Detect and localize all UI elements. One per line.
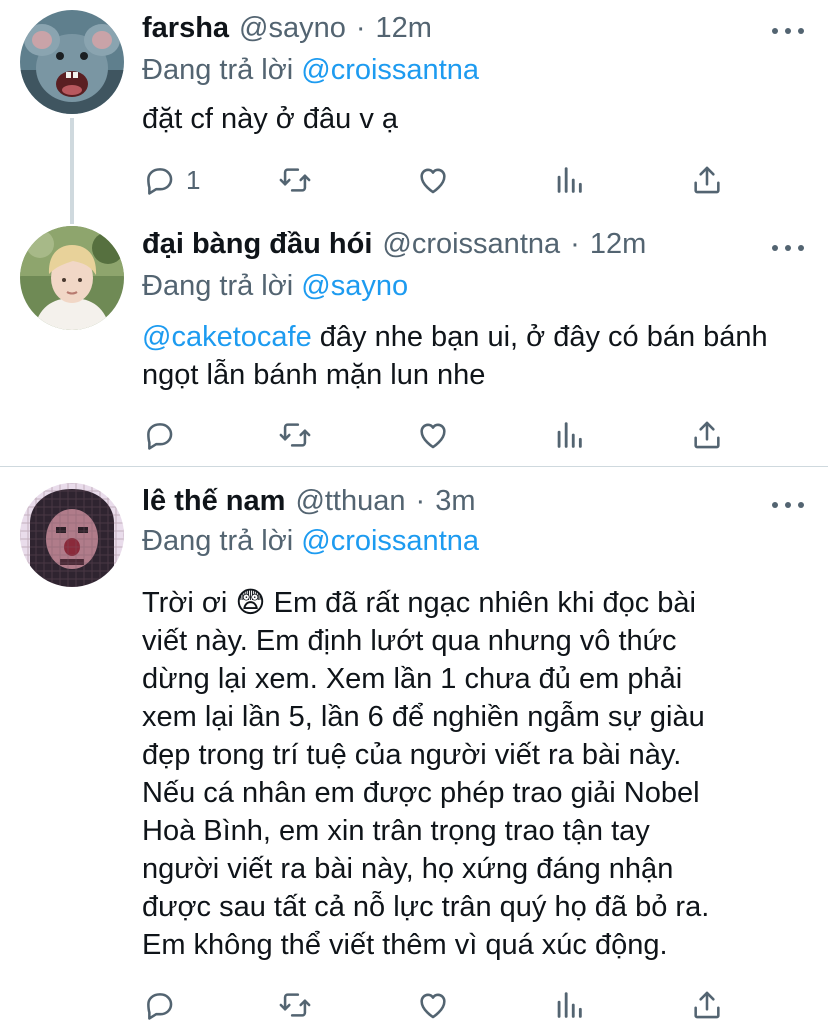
tweet-actions: 1 xyxy=(142,160,742,200)
analytics-icon xyxy=(557,422,582,448)
analytics-button[interactable] xyxy=(552,415,586,455)
replying-to-handle[interactable]: @croissantna xyxy=(301,54,479,86)
like-button[interactable] xyxy=(416,415,450,455)
separator-dot: · xyxy=(355,12,366,44)
share-icon xyxy=(694,166,720,194)
timestamp[interactable]: 12m xyxy=(590,228,646,261)
reply-button[interactable] xyxy=(142,985,186,1025)
replying-to: Đang trả lời @croissantna xyxy=(142,525,479,558)
tweet-1[interactable]: farsha @sayno · 12m Đang trả lời @croiss… xyxy=(0,0,828,224)
like-button[interactable] xyxy=(416,160,450,200)
display-name[interactable]: farsha xyxy=(142,12,229,45)
user-avatar[interactable] xyxy=(20,10,124,114)
reply-icon xyxy=(147,168,173,195)
mention-link[interactable]: @caketocafe xyxy=(142,321,312,353)
reply-button[interactable] xyxy=(142,415,186,455)
replying-to: Đang trả lời @croissantna xyxy=(142,54,479,87)
reply-icon xyxy=(147,993,173,1020)
timestamp[interactable]: 12m xyxy=(376,12,432,45)
retweet-icon xyxy=(279,993,311,1017)
retweet-button[interactable] xyxy=(278,415,312,455)
more-options-icon[interactable] xyxy=(772,25,804,37)
tweet-text-line: dừng lại xem. Xem lần 1 chưa đủ em phải xyxy=(142,663,683,695)
tweet-text-line: người viết ra bài này, họ xứng đáng nhận xyxy=(142,853,674,885)
analytics-icon xyxy=(557,992,582,1018)
tweet-text-line: Hoà Bình, em xin trân trọng trao tận tay xyxy=(142,815,650,847)
share-button[interactable] xyxy=(690,985,724,1025)
tweet-2[interactable]: đại bàng đầu hói @croissantna · 12m Đang… xyxy=(0,210,828,465)
share-button[interactable] xyxy=(690,160,724,200)
heart-icon xyxy=(420,168,446,194)
retweet-button[interactable] xyxy=(278,985,312,1025)
tweet-3[interactable]: lê thế nam @tthuan · 3m Đang trả lời @cr… xyxy=(0,467,828,1036)
tweet-text-line: được sau tất cả nỗ lực trân quý họ đã bỏ… xyxy=(142,891,710,923)
replying-to-handle[interactable]: @sayno xyxy=(301,270,408,302)
display-name[interactable]: đại bàng đầu hói xyxy=(142,228,372,261)
replying-to: Đang trả lời @sayno xyxy=(142,270,408,303)
retweet-icon xyxy=(279,423,311,447)
tweet-header: farsha @sayno · 12m xyxy=(142,12,432,52)
tweet-text-line: xem lại lần 5, lần 6 để nghiền ngẫm sự g… xyxy=(142,701,705,733)
separator-dot: · xyxy=(570,228,580,260)
share-button[interactable] xyxy=(690,415,724,455)
tweet-header: đại bàng đầu hói @croissantna · 12m xyxy=(142,228,646,268)
user-handle[interactable]: @sayno xyxy=(239,12,346,45)
tweet-header: lê thế nam @tthuan · 3m xyxy=(142,485,475,525)
like-button[interactable] xyxy=(416,985,450,1025)
tweet-actions xyxy=(142,415,742,455)
user-handle[interactable]: @croissantna xyxy=(382,228,560,261)
replying-label: Đang trả lời xyxy=(142,525,294,557)
reply-icon xyxy=(147,423,173,450)
share-icon xyxy=(694,421,720,449)
reply-count: 1 xyxy=(186,164,201,195)
pixelated-avatar-icon xyxy=(20,483,124,587)
replying-label: Đang trả lời xyxy=(142,54,294,86)
heart-icon xyxy=(420,993,446,1019)
replying-to-handle[interactable]: @croissantna xyxy=(301,525,479,557)
reply-button[interactable]: 1 xyxy=(142,160,200,200)
retweet-icon xyxy=(279,168,311,192)
tweet-text-line: đẹp trong trí tuệ của người viết ra bài … xyxy=(142,739,682,771)
user-avatar[interactable] xyxy=(20,483,124,587)
retweet-button[interactable] xyxy=(278,160,312,200)
tweet-text-line: viết này. Em định lướt qua nhưng vô thức xyxy=(142,625,677,657)
replying-label: Đang trả lời xyxy=(142,270,294,302)
display-name[interactable]: lê thế nam xyxy=(142,485,285,518)
user-avatar[interactable] xyxy=(20,226,124,330)
tweet-text-line: Trời ơi 😨 Em đã rất ngạc nhiên khi đọc b… xyxy=(142,587,696,619)
more-options-icon[interactable] xyxy=(772,499,804,511)
separator-dot: · xyxy=(415,485,426,517)
person-avatar-icon xyxy=(20,226,124,330)
tweet-text: Trời ơi 😨 Em đã rất ngạc nhiên khi đọc b… xyxy=(142,584,822,964)
timestamp[interactable]: 3m xyxy=(435,485,475,518)
analytics-button[interactable] xyxy=(552,160,586,200)
rat-avatar-icon xyxy=(20,10,124,114)
tweet-text-line: Em không thể viết thêm vì quá xúc động. xyxy=(142,929,668,961)
thread-line xyxy=(70,118,74,224)
analytics-icon xyxy=(557,167,582,193)
tweet-text: đặt cf này ở đâu v ạ xyxy=(142,103,399,135)
tweet-actions xyxy=(142,985,742,1025)
tweet-text-line: Nếu cá nhân em được phép trao giải Nobel xyxy=(142,777,700,809)
tweet-text: @caketocafe đây nhe bạn ui, ở đây có bán… xyxy=(142,318,802,394)
more-options-icon[interactable] xyxy=(772,242,804,254)
heart-icon xyxy=(420,423,446,449)
analytics-button[interactable] xyxy=(552,985,586,1025)
share-icon xyxy=(694,991,720,1019)
user-handle[interactable]: @tthuan xyxy=(295,485,405,518)
